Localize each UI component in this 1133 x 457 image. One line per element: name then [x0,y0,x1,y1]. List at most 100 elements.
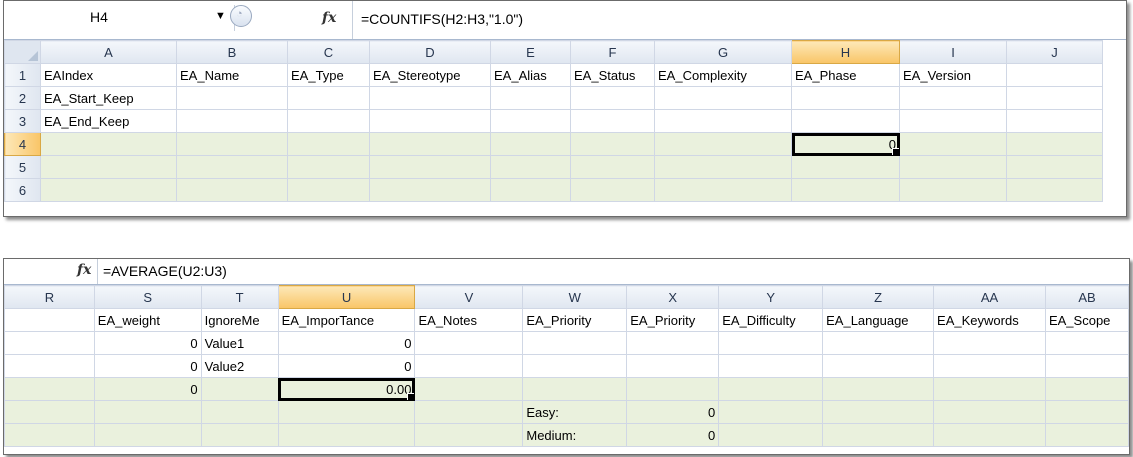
cell[interactable] [369,132,491,156]
row-header[interactable]: 3 [4,109,41,133]
cell[interactable] [287,132,370,156]
cell[interactable] [822,331,935,355]
cell[interactable] [1044,400,1129,424]
column-header[interactable]: E [490,40,571,64]
column-header[interactable]: A [40,40,177,64]
cell[interactable] [570,178,655,202]
cell[interactable] [1006,155,1103,179]
expand-formula-bar-button[interactable]: ◔ [230,5,252,27]
cell[interactable] [718,423,824,447]
cell[interactable] [654,132,792,156]
cell[interactable] [1006,132,1103,156]
cell[interactable] [369,178,491,202]
cell[interactable] [791,155,900,179]
cell[interactable] [4,354,95,378]
row-header[interactable]: 6 [4,178,41,202]
cell[interactable]: EA_Version [899,63,1007,87]
cell[interactable] [200,400,279,424]
cell[interactable] [287,178,370,202]
cell[interactable] [4,377,95,401]
column-header[interactable]: W [522,285,628,309]
cell[interactable]: 0 [626,400,720,424]
formula-input[interactable]: =COUNTIFS(H2:H3,"1.0") [361,11,523,27]
cell[interactable] [626,354,720,378]
column-header[interactable]: Z [822,285,935,309]
cell[interactable] [40,155,177,179]
column-header[interactable]: I [899,40,1007,64]
select-all-corner[interactable] [4,40,41,64]
cell[interactable] [369,155,491,179]
cell[interactable] [277,400,416,424]
column-header-selected[interactable]: U [277,285,416,309]
column-header[interactable]: V [414,285,524,309]
cell[interactable] [626,331,720,355]
cell[interactable] [570,132,655,156]
cell[interactable] [287,86,370,110]
column-header[interactable]: Y [718,285,824,309]
cell[interactable] [93,400,202,424]
cell[interactable] [369,86,491,110]
column-header[interactable]: X [626,285,720,309]
cell[interactable] [1006,86,1103,110]
cell[interactable] [933,331,1046,355]
cell[interactable] [933,354,1046,378]
cell[interactable] [200,377,279,401]
cell[interactable] [654,86,792,110]
cell[interactable] [570,109,655,133]
cell[interactable]: EA_Stereotype [369,63,491,87]
cell[interactable]: 0 [93,331,202,355]
cell[interactable] [1006,109,1103,133]
cell[interactable] [1044,354,1129,378]
cell[interactable] [718,400,824,424]
column-header[interactable]: C [287,40,370,64]
function-icon[interactable]: fx [322,10,336,26]
column-header[interactable]: T [200,285,279,309]
cell[interactable]: EA_Notes [414,308,524,332]
cell[interactable]: Easy: [522,400,628,424]
cell[interactable]: EA_Start_Keep [40,86,177,110]
cell[interactable] [654,155,792,179]
cell[interactable] [1044,423,1129,447]
cell[interactable]: EA_Scope [1044,308,1129,332]
cell[interactable] [490,132,571,156]
cell[interactable]: EA_Difficulty [718,308,824,332]
cell[interactable] [1006,178,1103,202]
cell[interactable] [791,178,900,202]
cell[interactable] [414,354,524,378]
cell[interactable] [1006,63,1103,87]
active-cell[interactable]: 0.00 [277,377,416,401]
fill-handle[interactable] [892,148,899,155]
cell[interactable] [822,423,935,447]
formula-input[interactable]: =AVERAGE(U2:U3) [103,263,227,279]
column-header[interactable]: D [369,40,491,64]
cell[interactable]: EA_Phase [791,63,900,87]
cell[interactable] [4,400,95,424]
cell[interactable] [899,155,1007,179]
cell[interactable] [570,155,655,179]
cell[interactable] [626,377,720,401]
cell[interactable] [200,423,279,447]
cell[interactable] [522,377,628,401]
column-header[interactable]: S [93,285,202,309]
cell[interactable] [4,308,95,332]
cell[interactable]: EA_Type [287,63,370,87]
cell[interactable] [176,132,288,156]
cell[interactable] [899,132,1007,156]
cell[interactable] [93,423,202,447]
cell[interactable]: EA_ImporTance [277,308,416,332]
cell[interactable]: EA_Language [822,308,935,332]
row-header[interactable]: 5 [4,155,41,179]
cell[interactable] [822,400,935,424]
cell[interactable] [791,109,900,133]
cell[interactable] [1044,377,1129,401]
cell[interactable]: EA_Priority [626,308,720,332]
cell[interactable]: EA_Complexity [654,63,792,87]
cell[interactable] [40,132,177,156]
cell[interactable] [933,423,1046,447]
cell[interactable]: 0 [93,354,202,378]
row-header[interactable]: 2 [4,86,41,110]
cell[interactable] [1044,331,1129,355]
column-header[interactable]: AB [1044,285,1129,309]
chevron-down-icon[interactable]: ▼ [215,10,226,22]
cell[interactable] [490,86,571,110]
